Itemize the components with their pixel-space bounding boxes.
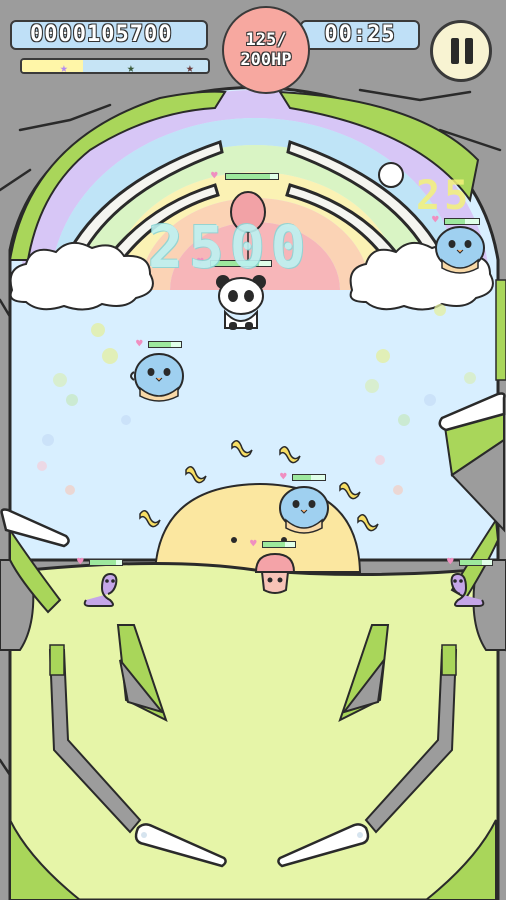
hp-max: 200HP — [240, 50, 292, 70]
heart-icon: ♥ — [136, 337, 143, 350]
heart-icon: ♥ — [447, 555, 454, 568]
mushroom-health-bar — [262, 541, 296, 548]
worm-right-health-bar — [459, 559, 493, 566]
heart-icon: ♥ — [280, 470, 287, 483]
hp-current: 125/ — [245, 30, 287, 50]
score-display: 0000105700 — [10, 20, 208, 50]
worm-left-health-bar — [89, 559, 123, 566]
purple-worm-enemy-left[interactable] — [80, 568, 122, 610]
left-side-kicker[interactable] — [0, 508, 72, 552]
heart-icon: ♥ — [211, 169, 218, 182]
star-icon: ★ — [60, 61, 68, 76]
left-flipper[interactable] — [130, 820, 230, 870]
purple-worm-enemy-right[interactable] — [446, 568, 488, 610]
level-progress-bar — [20, 58, 210, 74]
panda-health-bar — [225, 173, 279, 180]
pause-button[interactable] — [430, 20, 492, 82]
pink-mushroom-enemy[interactable] — [252, 550, 298, 596]
level-progress-fill — [22, 60, 84, 72]
blue-penguin-enemy-left[interactable] — [128, 350, 190, 402]
points-popup: 2500 — [148, 213, 312, 281]
pinball-playfield — [0, 0, 506, 900]
right-flipper[interactable] — [274, 820, 374, 870]
hp-orb: 125/ 200HP — [222, 6, 310, 94]
pinball-ball — [378, 162, 404, 188]
right-side-kicker[interactable] — [438, 392, 506, 436]
blue-penguin-enemy-right[interactable] — [430, 224, 490, 274]
combo-popup: 25 — [416, 173, 473, 219]
grass-field — [8, 561, 500, 900]
blue-penguin-enemy-center[interactable] — [274, 484, 334, 534]
heart-icon: ♥ — [77, 555, 84, 568]
star-icon: ★ — [127, 61, 135, 76]
penguin-center-health-bar — [292, 474, 326, 481]
panda-balloon-enemy[interactable] — [213, 272, 269, 332]
penguin-left-health-bar — [148, 341, 182, 348]
timer-display: 00:25 — [300, 20, 420, 50]
heart-icon: ♥ — [250, 537, 257, 550]
star-icon: ★ — [186, 61, 194, 76]
